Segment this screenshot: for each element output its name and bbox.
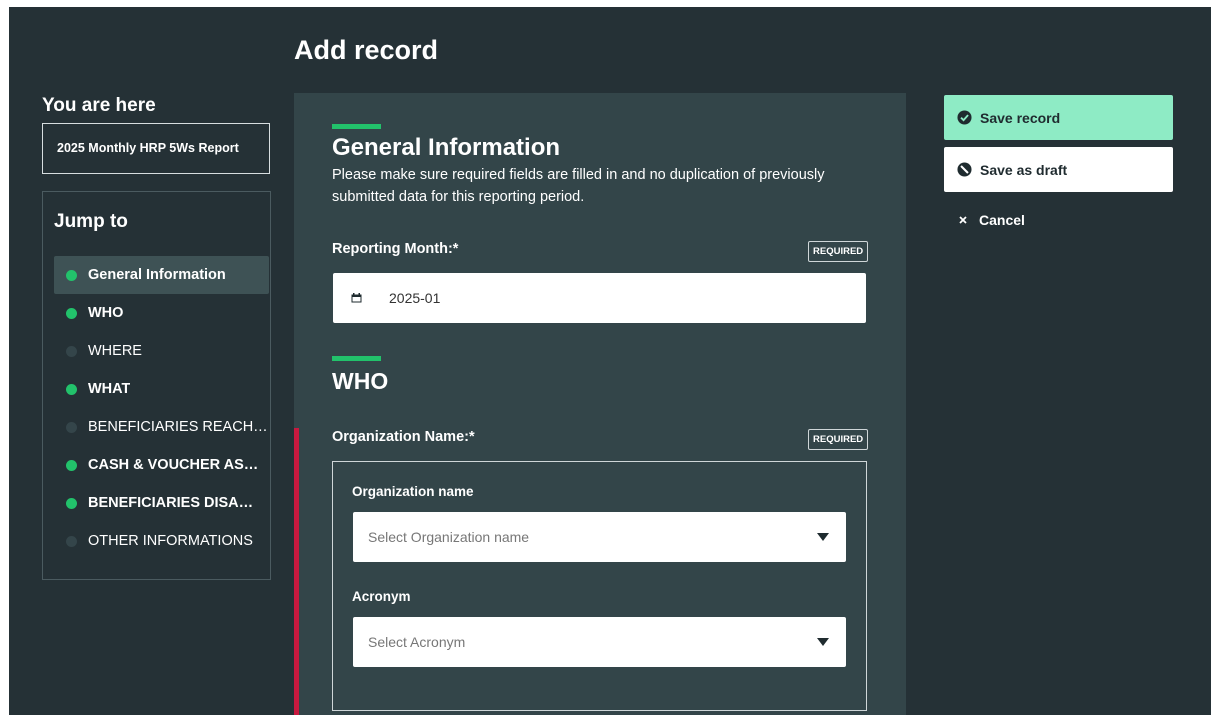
jump-item-where[interactable]: WHERE	[54, 332, 269, 370]
jump-item-who[interactable]: WHO	[54, 294, 269, 332]
page-title: Add record	[294, 35, 439, 65]
jump-item-label: CASH & VOUCHER ASSISTANCE	[88, 457, 260, 473]
status-dot-icon	[66, 345, 77, 357]
jump-item-cash-voucher[interactable]: CASH & VOUCHER ASSISTANCE	[54, 446, 269, 484]
breadcrumb[interactable]: 2025 Monthly HRP 5Ws Report	[42, 123, 270, 174]
organization-field-group: Organization name Select Organization na…	[332, 461, 867, 711]
jump-item-label: General Information	[88, 267, 226, 283]
acronym-sublabel: Acronym	[352, 589, 411, 604]
organization-name-select[interactable]: Select Organization name	[353, 512, 846, 562]
section-accent-bar	[332, 124, 381, 129]
section-title-who: WHO	[332, 368, 389, 394]
status-dot-icon	[66, 421, 77, 433]
jump-item-label: WHERE	[88, 343, 142, 359]
jump-item-general-information[interactable]: General Information	[54, 256, 269, 294]
save-record-label: Save record	[980, 109, 1061, 126]
jump-to-heading: Jump to	[54, 211, 128, 232]
app-window: Add record You are here 2025 Monthly HRP…	[9, 7, 1211, 715]
validation-error-stripe	[294, 428, 299, 715]
ban-icon	[957, 162, 972, 177]
status-dot-icon	[66, 535, 77, 547]
calendar-icon	[351, 293, 362, 303]
acronym-select[interactable]: Select Acronym	[353, 617, 846, 667]
jump-item-other-informations[interactable]: OTHER INFORMATIONS	[54, 522, 269, 560]
cancel-label: Cancel	[979, 212, 1025, 228]
save-as-draft-label: Save as draft	[980, 161, 1068, 178]
jump-item-beneficiaries-disaggregation[interactable]: BENEFICIARIES DISAGGREGATION	[54, 484, 269, 522]
status-dot-icon	[66, 497, 77, 509]
acronym-placeholder: Select Acronym	[368, 634, 466, 650]
required-badge: REQUIRED	[808, 241, 869, 262]
chevron-down-icon	[817, 533, 829, 541]
jump-item-label: BENEFICIARIES REACHED	[88, 419, 269, 435]
you-are-here-heading: You are here	[42, 95, 156, 116]
reporting-month-input[interactable]: 2025-01	[333, 273, 866, 323]
required-badge: REQUIRED	[808, 429, 869, 450]
jump-item-label: WHO	[88, 305, 124, 321]
jump-item-label: WHAT	[88, 381, 131, 397]
section-accent-bar	[332, 356, 381, 361]
jump-to-list: General Information WHO WHERE WHAT BENEF…	[54, 256, 269, 560]
jump-item-what[interactable]: WHAT	[54, 370, 269, 408]
status-dot-icon	[66, 383, 77, 395]
status-dot-icon	[66, 269, 77, 281]
form-panel: General Information Please make sure req…	[294, 93, 906, 715]
chevron-down-icon	[817, 638, 829, 646]
organization-name-sublabel: Organization name	[352, 484, 474, 499]
cancel-button[interactable]: Cancel	[959, 212, 1025, 228]
reporting-month-label: Reporting Month:*	[332, 241, 459, 257]
jump-item-label: BENEFICIARIES DISAGGREGATION	[88, 495, 256, 511]
save-record-button[interactable]: Save record	[944, 95, 1173, 140]
jump-item-beneficiaries-reached[interactable]: BENEFICIARIES REACHED	[54, 408, 269, 446]
organization-name-placeholder: Select Organization name	[368, 529, 530, 545]
status-dot-icon	[66, 307, 77, 319]
check-circle-icon	[957, 110, 972, 125]
save-as-draft-button[interactable]: Save as draft	[944, 147, 1173, 192]
status-dot-icon	[66, 459, 77, 471]
section-description: Please make sure required fields are fil…	[332, 167, 825, 205]
section-title-general: General Information	[332, 134, 561, 161]
jump-to-panel: Jump to General Information WHO WHERE WH…	[42, 191, 271, 580]
organization-name-label: Organization Name:*	[332, 429, 475, 445]
close-icon	[959, 216, 967, 224]
jump-item-label: OTHER INFORMATIONS	[88, 533, 253, 549]
reporting-month-value: 2025-01	[389, 290, 441, 306]
